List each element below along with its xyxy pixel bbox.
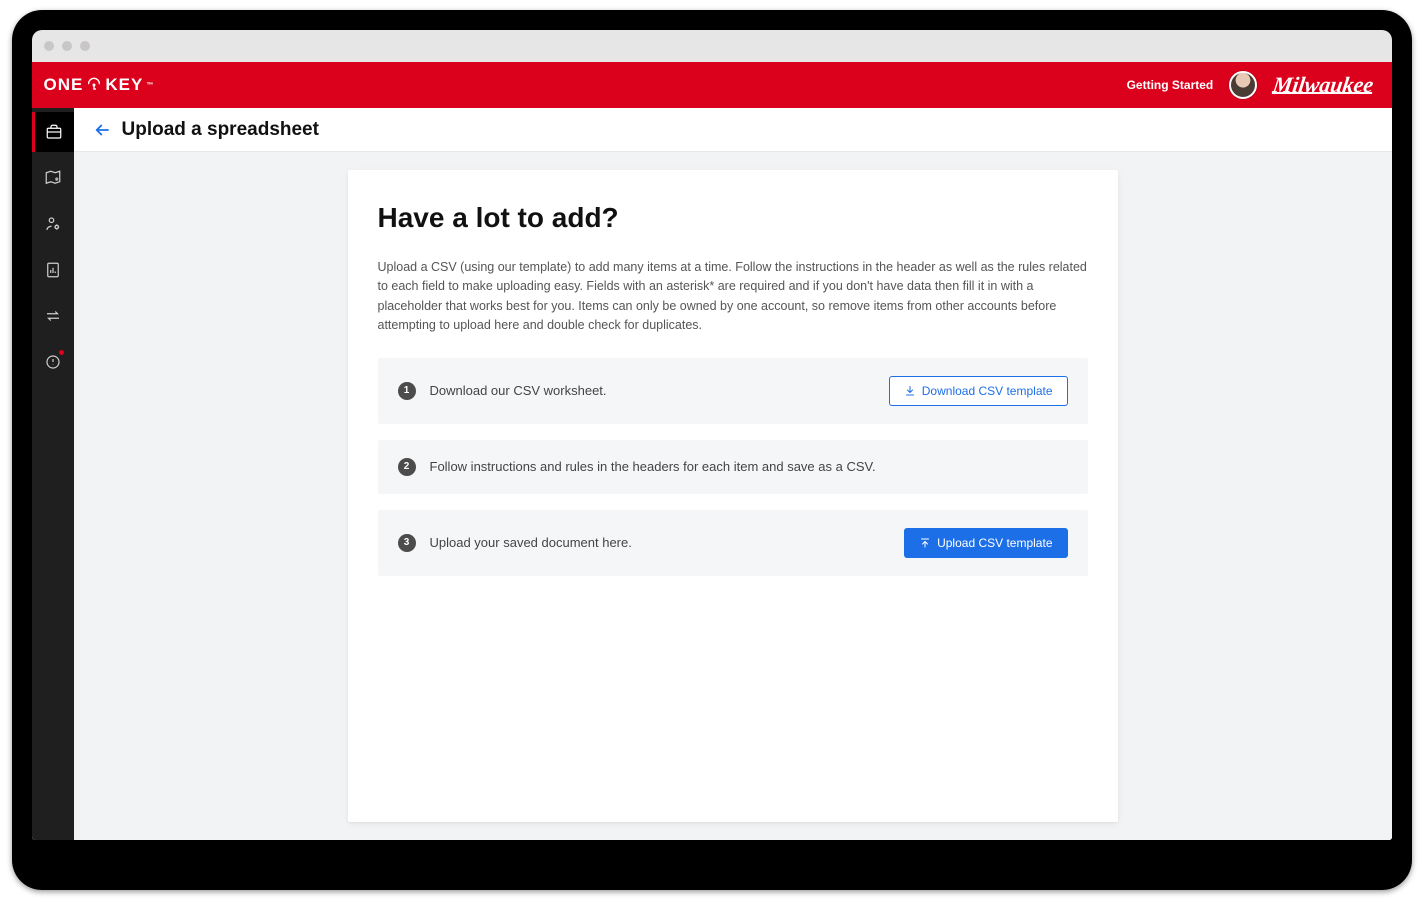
step-number-badge: 3 [398, 534, 416, 552]
key-icon [85, 76, 103, 94]
brand-logo[interactable]: Milwaukee [1272, 74, 1375, 96]
device-frame: ONE KEY ™ Getting Started [12, 10, 1412, 890]
upload-card: Have a lot to add? Upload a CSV (using o… [348, 170, 1118, 822]
step-row-1: 1 Download our CSV worksheet. Download C… [378, 358, 1088, 424]
map-shield-icon [44, 169, 62, 187]
upload-csv-template-button[interactable]: Upload CSV template [904, 528, 1067, 558]
step-text: Upload your saved document here. [430, 535, 891, 550]
sidebar-item-places[interactable] [32, 158, 74, 198]
arrow-left-icon [92, 121, 112, 139]
trademark: ™ [146, 82, 154, 89]
sidebar-item-transfers[interactable] [32, 296, 74, 336]
top-header: ONE KEY ™ Getting Started [32, 62, 1392, 108]
button-label: Download CSV template [922, 384, 1053, 398]
briefcase-icon [45, 123, 63, 141]
sidebar-item-people[interactable] [32, 204, 74, 244]
card-heading: Have a lot to add? [378, 202, 1088, 234]
content-column: Upload a spreadsheet Have a lot to add? … [74, 108, 1392, 840]
traffic-dot [44, 41, 54, 51]
step-number-badge: 2 [398, 458, 416, 476]
header-right: Getting Started Milwaukee [1127, 71, 1374, 99]
download-csv-template-button[interactable]: Download CSV template [889, 376, 1068, 406]
user-avatar[interactable] [1229, 71, 1257, 99]
step-row-3: 3 Upload your saved document here. Uploa… [378, 510, 1088, 576]
app-shell: ONE KEY ™ Getting Started [32, 62, 1392, 840]
step-row-2: 2 Follow instructions and rules in the h… [378, 440, 1088, 494]
body-row: Upload a spreadsheet Have a lot to add? … [32, 108, 1392, 840]
card-description: Upload a CSV (using our template) to add… [378, 258, 1088, 336]
logo-text-left: ONE [44, 75, 84, 95]
alert-clock-icon [44, 353, 62, 371]
traffic-dot [80, 41, 90, 51]
content-area: Have a lot to add? Upload a CSV (using o… [74, 152, 1392, 840]
step-text: Download our CSV worksheet. [430, 383, 875, 398]
sidebar-item-inventory[interactable] [32, 112, 74, 152]
step-number-badge: 1 [398, 382, 416, 400]
transfer-icon [44, 307, 62, 325]
logo-text-right: KEY [105, 75, 143, 95]
page-title: Upload a spreadsheet [122, 119, 319, 141]
button-label: Upload CSV template [937, 536, 1052, 550]
step-text: Follow instructions and rules in the hea… [430, 459, 1068, 474]
report-icon [44, 261, 62, 279]
notification-dot [59, 350, 64, 355]
sidebar-item-alerts[interactable] [32, 342, 74, 382]
sidebar [32, 108, 74, 840]
getting-started-link[interactable]: Getting Started [1127, 78, 1214, 92]
person-gear-icon [44, 215, 62, 233]
back-arrow[interactable] [92, 121, 112, 139]
browser-chrome: ONE KEY ™ Getting Started [32, 30, 1392, 840]
traffic-dot [62, 41, 72, 51]
app-logo[interactable]: ONE KEY ™ [44, 75, 155, 95]
sidebar-item-reports[interactable] [32, 250, 74, 290]
page-header: Upload a spreadsheet [74, 108, 1392, 152]
upload-icon [919, 537, 931, 549]
download-icon [904, 385, 916, 397]
browser-traffic-lights [32, 30, 1392, 62]
